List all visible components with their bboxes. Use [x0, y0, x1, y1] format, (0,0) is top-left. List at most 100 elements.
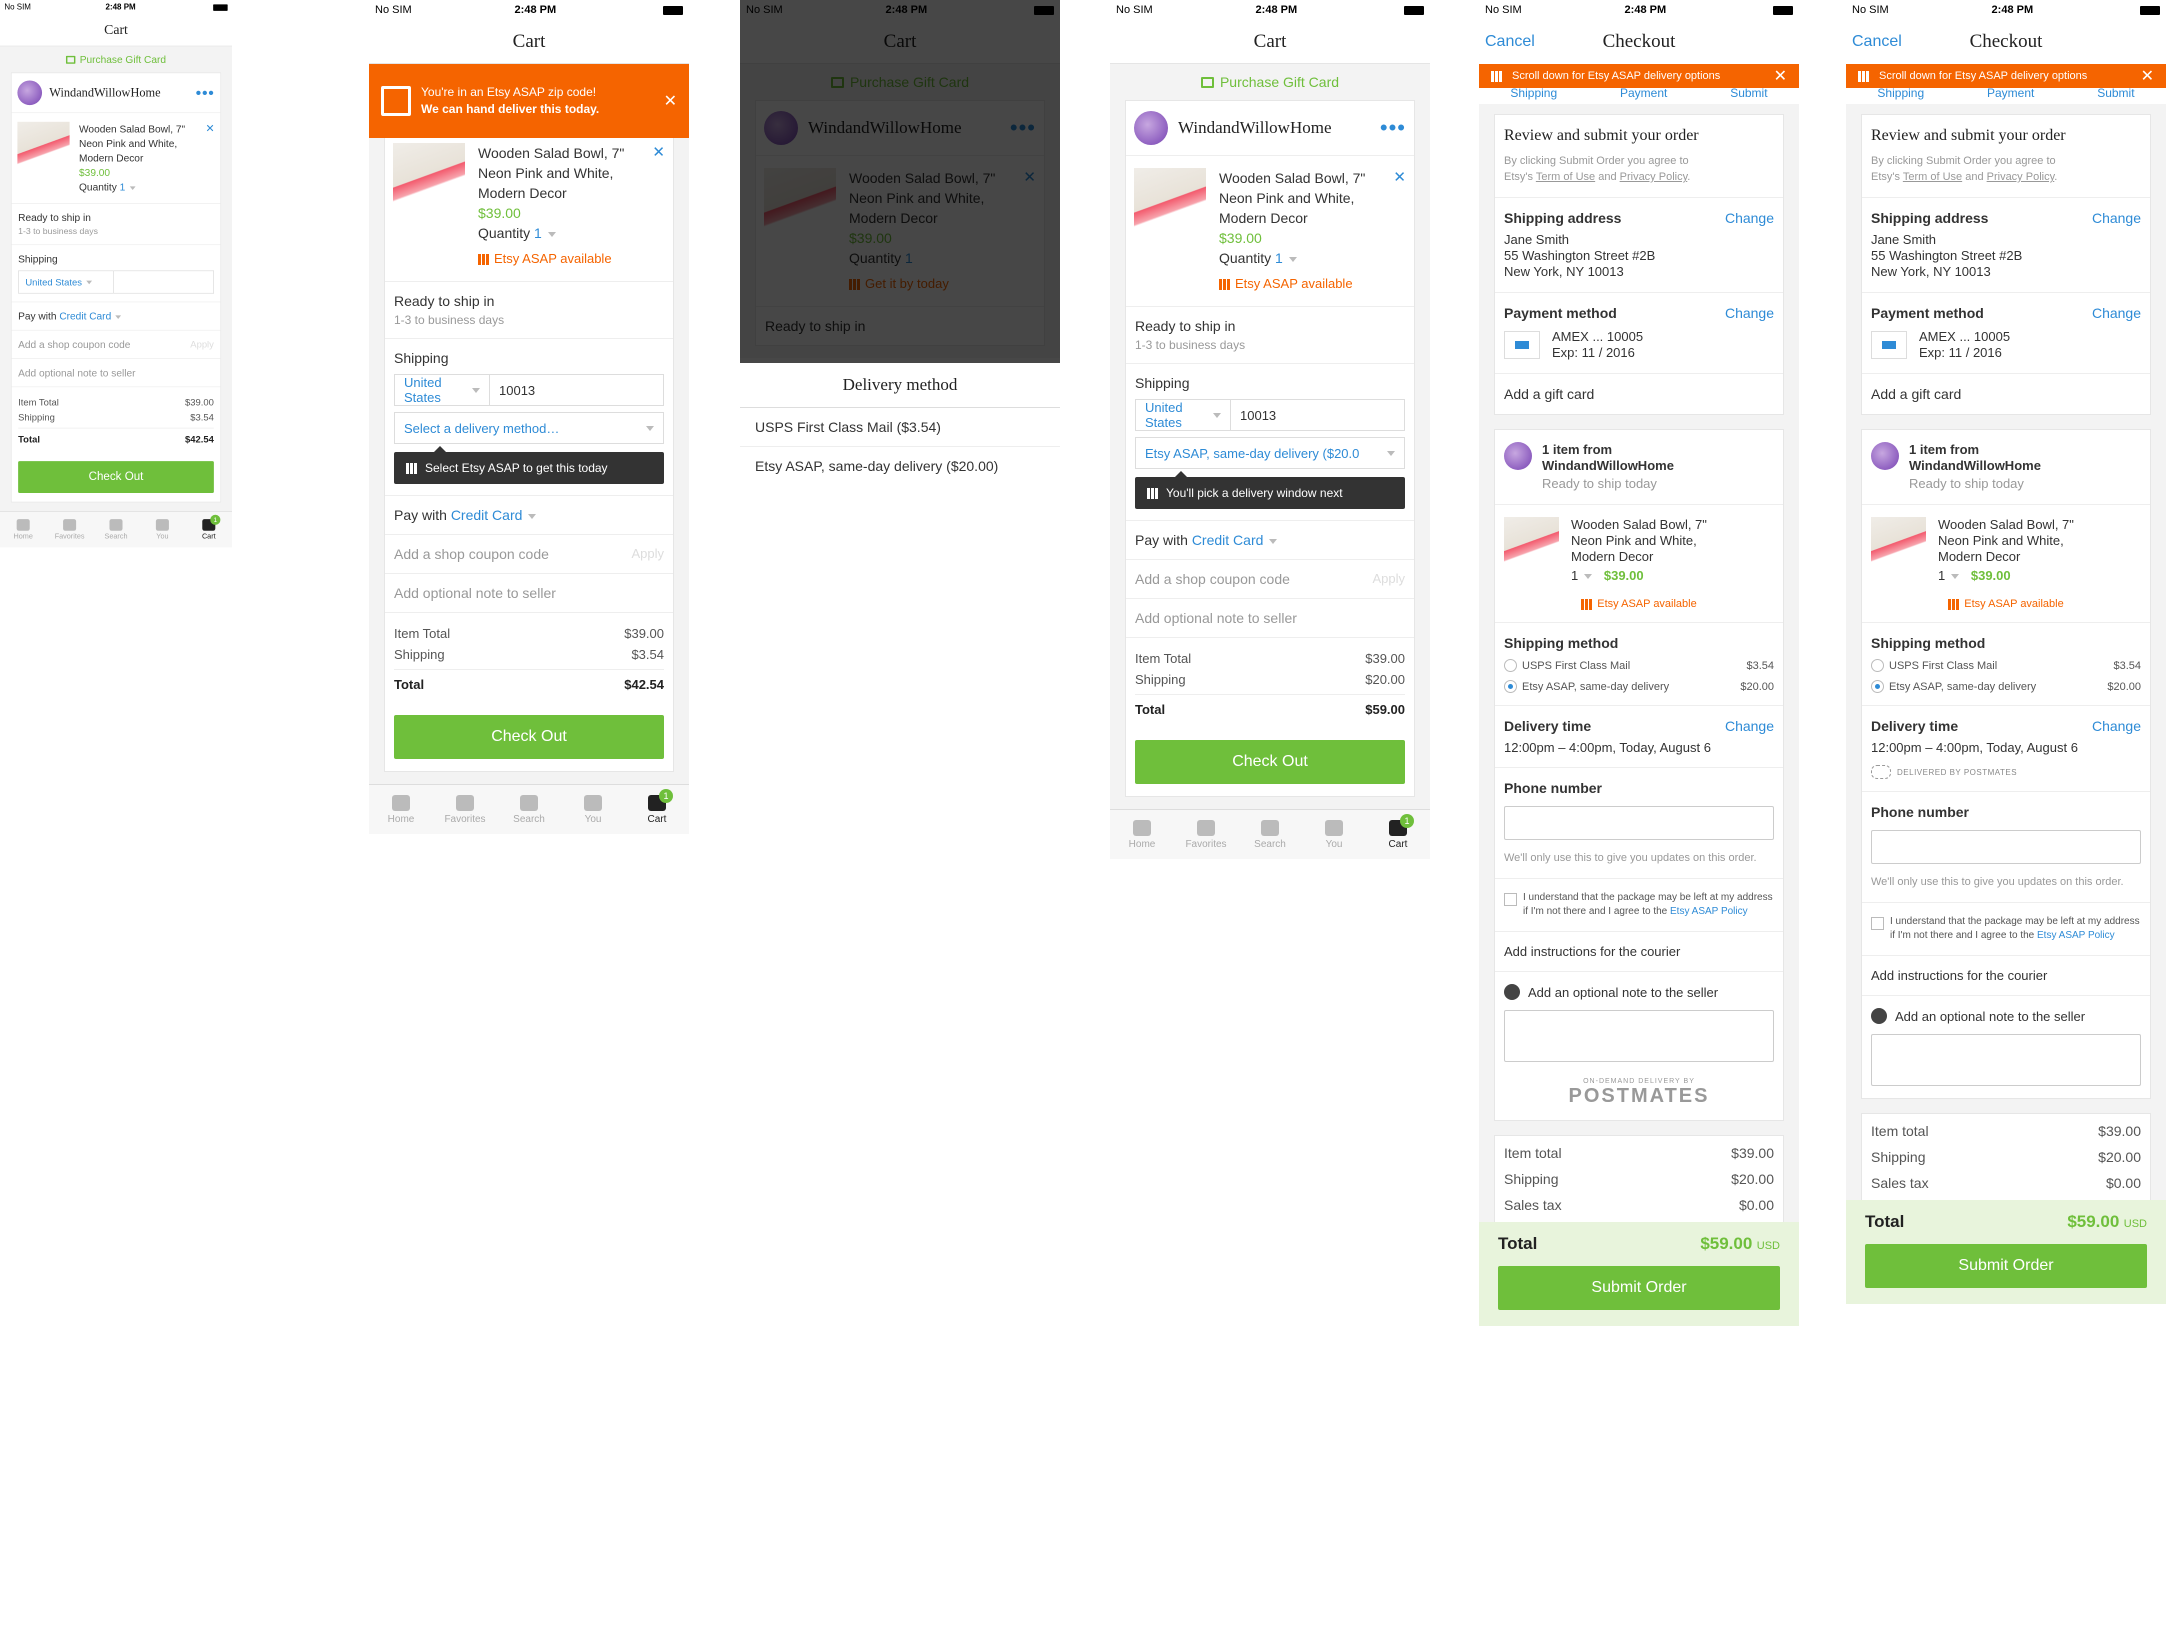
quantity-select[interactable]: 1 — [1571, 568, 1578, 583]
tab-home[interactable]: Home — [369, 785, 433, 834]
tab-home[interactable]: Home — [0, 512, 46, 548]
purchase-gift-card-link[interactable]: Purchase Gift Card — [1110, 64, 1430, 100]
zip-input[interactable]: 10013 — [490, 374, 664, 406]
step-payment[interactable]: Payment — [1620, 88, 1667, 104]
more-icon[interactable]: ••• — [196, 84, 215, 100]
pay-with-row[interactable]: Pay with Credit Card — [11, 302, 221, 331]
item-thumbnail[interactable] — [393, 143, 465, 215]
remove-item-icon[interactable]: ✕ — [1393, 168, 1406, 186]
privacy-link[interactable]: Privacy Policy — [1620, 171, 1688, 183]
coupon-row[interactable]: Add a shop coupon code Apply — [1126, 560, 1414, 599]
close-icon[interactable]: ✕ — [2141, 66, 2154, 86]
zip-input[interactable] — [113, 270, 214, 294]
delivery-method-select[interactable]: Etsy ASAP, same-day delivery ($20.0 — [1135, 437, 1405, 469]
apply-button[interactable]: Apply — [631, 546, 664, 562]
quantity-selector[interactable]: Quantity 1 — [478, 223, 665, 243]
shop-name[interactable]: WindandWillowHome — [49, 86, 195, 101]
shop-name[interactable]: WindandWillowHome — [1542, 458, 1674, 474]
radio-usps[interactable]: USPS First Class Mail $3.54 — [1504, 659, 1774, 672]
seller-note-field[interactable]: Add optional note to seller — [11, 359, 221, 388]
tab-cart[interactable]: Cart 1 — [186, 512, 232, 548]
dimmed-cart[interactable]: No SIM 2:48 PM Cart Purchase Gift Card Wi… — [740, 0, 1060, 363]
country-select[interactable]: United States — [394, 374, 490, 406]
tab-cart[interactable]: Cart 1 — [625, 785, 689, 834]
tab-favorites[interactable]: Favorites — [1174, 810, 1238, 859]
step-shipping[interactable]: Shipping — [1877, 88, 1924, 104]
checkout-button[interactable]: Check Out — [394, 715, 664, 759]
change-delivery-time-button[interactable]: Change — [2092, 718, 2141, 734]
seller-note-field[interactable]: Add optional note to seller — [1126, 599, 1414, 638]
change-payment-button[interactable]: Change — [1725, 305, 1774, 321]
quantity-selector[interactable]: Quantity 1 — [1219, 248, 1406, 268]
shop-name[interactable]: WindandWillowHome — [1178, 118, 1380, 138]
item-thumbnail[interactable] — [1134, 168, 1206, 240]
pay-with-row[interactable]: Pay with Credit Card — [385, 496, 673, 535]
pay-with-row[interactable]: Pay with Credit Card — [1126, 521, 1414, 560]
apply-button[interactable]: Apply — [1372, 571, 1405, 587]
tab-search[interactable]: Search — [93, 512, 139, 548]
remove-item-icon[interactable]: ✕ — [205, 122, 214, 135]
terms-link[interactable]: Term of Use — [1903, 171, 1962, 183]
coupon-row[interactable]: Add a shop coupon code Apply — [385, 535, 673, 574]
privacy-link[interactable]: Privacy Policy — [1987, 171, 2055, 183]
remove-item-icon[interactable]: ✕ — [652, 143, 665, 161]
more-icon[interactable]: ••• — [1380, 117, 1406, 139]
agree-checkbox[interactable] — [1871, 917, 1884, 930]
asap-policy-link[interactable]: Etsy ASAP Policy — [1670, 906, 1748, 917]
radio-asap[interactable]: Etsy ASAP, same-day delivery $20.00 — [1504, 680, 1774, 693]
quantity-selector[interactable]: Quantity 1 — [79, 180, 215, 195]
seller-note-field[interactable]: Add optional note to seller — [385, 574, 673, 613]
phone-input[interactable] — [1871, 830, 2141, 864]
step-submit[interactable]: Submit — [1730, 88, 1767, 104]
checkout-button[interactable]: Check Out — [1135, 740, 1405, 784]
add-gift-card-link[interactable]: Add a gift card — [1495, 374, 1783, 414]
apply-button[interactable]: Apply — [190, 339, 214, 351]
add-gift-card-link[interactable]: Add a gift card — [1862, 374, 2150, 414]
item-thumbnail[interactable] — [17, 121, 70, 174]
step-submit[interactable]: Submit — [2097, 88, 2134, 104]
phone-input[interactable] — [1504, 806, 1774, 840]
country-select[interactable]: United States — [1135, 399, 1231, 431]
step-payment[interactable]: Payment — [1987, 88, 2034, 104]
phone-label: Phone number — [1504, 780, 1603, 796]
tab-you[interactable]: You — [1302, 810, 1366, 859]
tab-you[interactable]: You — [561, 785, 625, 834]
shop-name[interactable]: WindandWillowHome — [1909, 458, 2041, 474]
submit-order-button[interactable]: Submit Order — [1498, 1266, 1780, 1310]
courier-instructions-link[interactable]: Add instructions for the courier — [1862, 956, 2150, 996]
change-payment-button[interactable]: Change — [2092, 305, 2141, 321]
tab-cart[interactable]: Cart 1 — [1366, 810, 1430, 859]
asap-policy-link[interactable]: Etsy ASAP Policy — [2037, 930, 2115, 941]
radio-asap[interactable]: Etsy ASAP, same-day delivery $20.00 — [1871, 680, 2141, 693]
quantity-select[interactable]: 1 — [1938, 568, 1945, 583]
tab-favorites[interactable]: Favorites — [433, 785, 497, 834]
seller-note-input[interactable] — [1871, 1034, 2141, 1086]
seller-note-input[interactable] — [1504, 1010, 1774, 1062]
terms-link[interactable]: Term of Use — [1536, 171, 1595, 183]
tab-search[interactable]: Search — [497, 785, 561, 834]
change-address-button[interactable]: Change — [1725, 210, 1774, 226]
tab-home[interactable]: Home — [1110, 810, 1174, 859]
change-delivery-time-button[interactable]: Change — [1725, 718, 1774, 734]
submit-order-button[interactable]: Submit Order — [1865, 1244, 2147, 1288]
courier-instructions-link[interactable]: Add instructions for the courier — [1495, 932, 1783, 972]
close-icon[interactable]: ✕ — [664, 91, 677, 111]
cancel-button[interactable]: Cancel — [1485, 33, 1535, 51]
tab-search[interactable]: Search — [1238, 810, 1302, 859]
change-address-button[interactable]: Change — [2092, 210, 2141, 226]
country-select[interactable]: United States — [18, 270, 114, 294]
agree-checkbox[interactable] — [1504, 893, 1517, 906]
tab-you[interactable]: You — [139, 512, 185, 548]
option-usps[interactable]: USPS First Class Mail ($3.54) — [740, 408, 1060, 447]
delivery-method-select[interactable]: Select a delivery method… — [394, 412, 664, 444]
option-etsy-asap[interactable]: Etsy ASAP, same-day delivery ($20.00) — [740, 447, 1060, 485]
cancel-button[interactable]: Cancel — [1852, 33, 1902, 51]
checkout-button[interactable]: Check Out — [18, 461, 214, 494]
close-icon[interactable]: ✕ — [1774, 66, 1787, 86]
step-shipping[interactable]: Shipping — [1510, 88, 1557, 104]
coupon-row[interactable]: Add a shop coupon code Apply — [11, 331, 221, 359]
radio-usps[interactable]: USPS First Class Mail $3.54 — [1871, 659, 2141, 672]
purchase-gift-card-link[interactable]: Purchase Gift Card — [0, 46, 232, 72]
zip-input[interactable]: 10013 — [1231, 399, 1405, 431]
tab-favorites[interactable]: Favorites — [46, 512, 92, 548]
